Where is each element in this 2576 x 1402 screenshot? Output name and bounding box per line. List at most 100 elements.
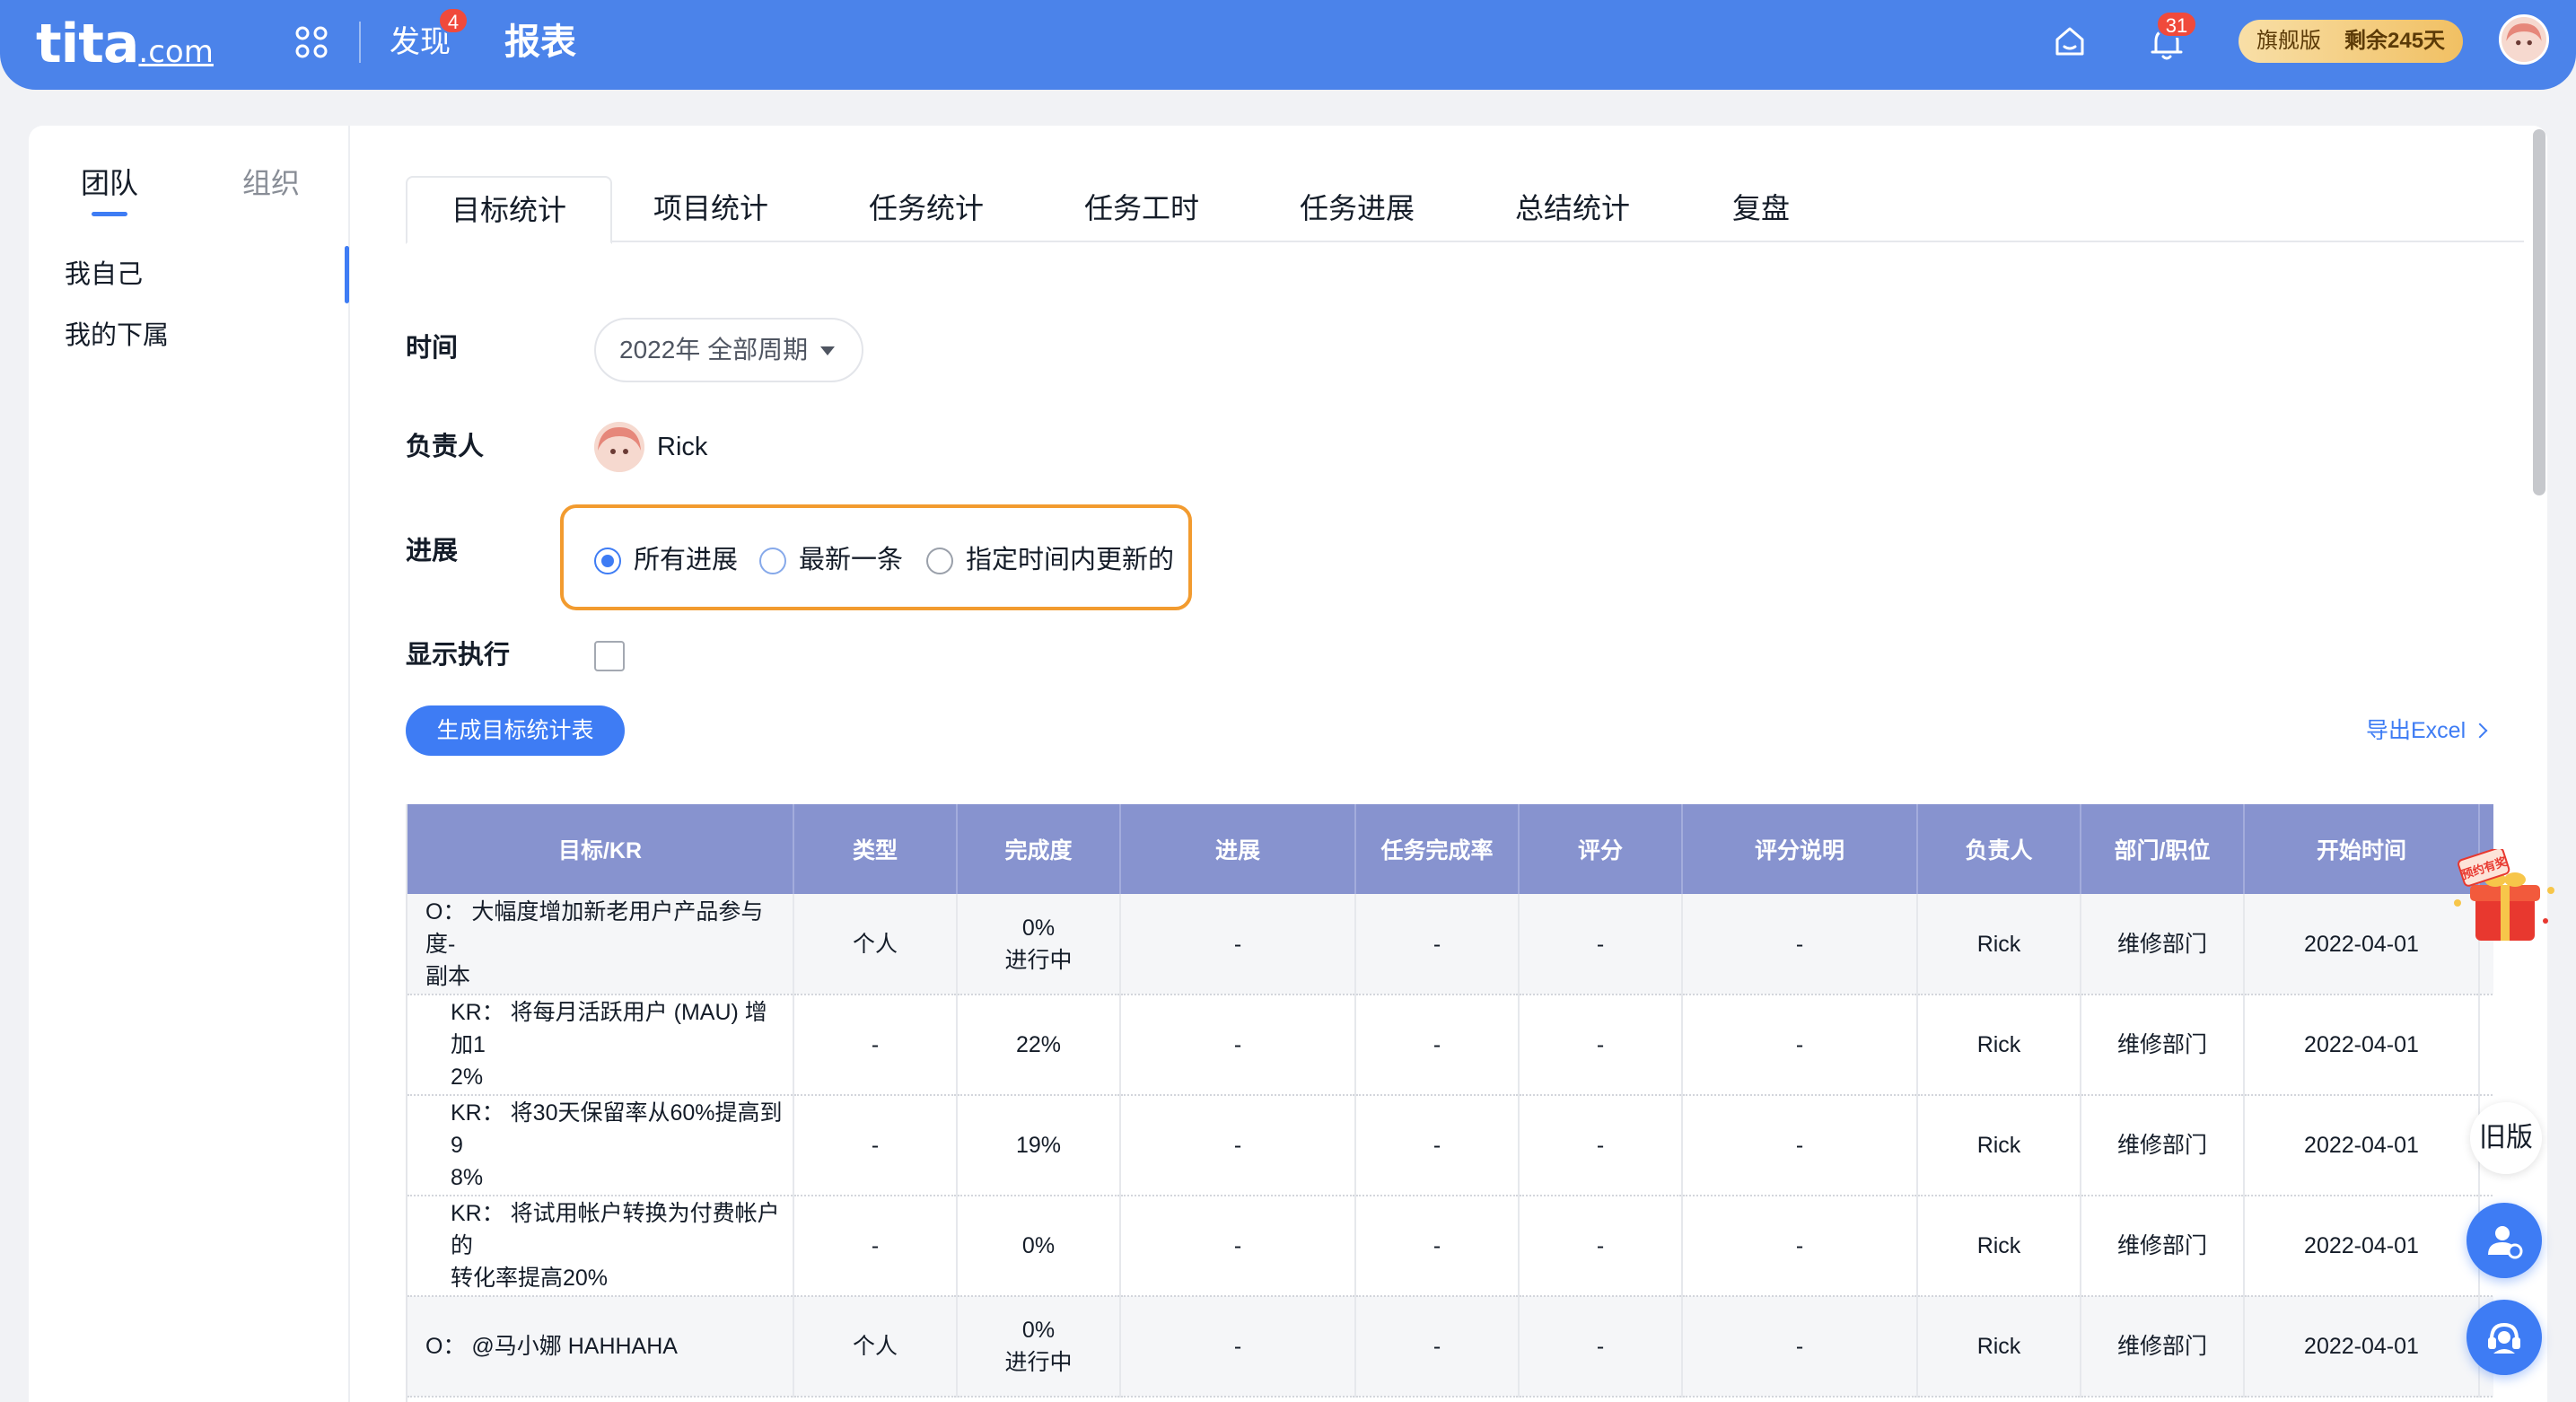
radio-all-progress[interactable]: 所有进展 bbox=[594, 542, 738, 578]
radio-latest[interactable]: 最新一条 bbox=[759, 542, 903, 578]
customer-service-button[interactable] bbox=[2466, 1300, 2542, 1375]
discover-badge: 4 bbox=[438, 7, 469, 34]
show-exec-checkbox[interactable] bbox=[594, 641, 625, 671]
table-row[interactable]: O： 大幅度增加新老用户产品参与度- 副本 个人 0% 进行中 - - - - Ri… bbox=[407, 894, 2493, 995]
cell-score-note: - bbox=[1682, 1296, 1918, 1398]
cell-start: 2022-04-01 bbox=[2244, 1296, 2480, 1398]
cell-task-rate: - bbox=[1355, 995, 1520, 1096]
cell-task-rate: - bbox=[1355, 1095, 1520, 1196]
cell-progress: - bbox=[1120, 995, 1356, 1096]
cell-goal: KR： 将试用帐户转换为付费帐户的 转化率提高20% bbox=[407, 1196, 794, 1297]
generate-report-button[interactable]: 生成目标统计表 bbox=[406, 705, 625, 756]
tab-project-stats[interactable]: 项目统计 bbox=[639, 176, 783, 242]
radio-unselected-icon bbox=[926, 548, 953, 574]
cell-owner: Rick bbox=[1917, 894, 2081, 995]
table-row[interactable]: O： @马小娜 HAHHAHA 个人 0% 进行中 - - - - Rick 维修… bbox=[407, 1296, 2493, 1398]
time-label: 时间 bbox=[406, 334, 459, 363]
cell-score-note: - bbox=[1682, 995, 1918, 1096]
user-avatar[interactable] bbox=[2499, 14, 2549, 65]
cell-progress: - bbox=[1120, 894, 1356, 995]
cell-dept: 维修部门 bbox=[2081, 1196, 2245, 1297]
sidebar-tab-indicator bbox=[92, 212, 127, 216]
cell-type: - bbox=[793, 995, 958, 1096]
progress-options-highlight: 所有进展 最新一条 指定时间内更新的 bbox=[560, 504, 1192, 610]
cell-completion: 0% 进行中 bbox=[957, 894, 1121, 995]
tab-task-stats[interactable]: 任务统计 bbox=[854, 176, 998, 242]
cell-completion: 19% bbox=[957, 1095, 1121, 1196]
contact-sales-button[interactable] bbox=[2466, 1203, 2542, 1278]
apps-grid-icon[interactable] bbox=[294, 25, 329, 59]
scrollbar-thumb[interactable] bbox=[2533, 129, 2545, 495]
home-icon[interactable] bbox=[2052, 23, 2088, 59]
plan-remaining: 剩余245天 bbox=[2344, 29, 2446, 53]
cell-completion: 22% bbox=[957, 995, 1121, 1096]
top-nav-bar: tita.com 发现 4 报表 31 旗舰版 剩余245天 bbox=[0, 0, 2576, 90]
cell-completion: 0% 进行中 bbox=[957, 1296, 1121, 1398]
cell-score-note: - bbox=[1682, 894, 1918, 995]
cell-score-note: - bbox=[1682, 1196, 1918, 1297]
col-header-task-rate: 任务完成率 bbox=[1355, 804, 1520, 894]
cell-start: 2022-04-01 bbox=[2244, 894, 2480, 995]
table-row[interactable]: KR： 将试用帐户转换为付费帐户的 转化率提高20% - 0% - - - - R… bbox=[407, 1196, 2493, 1297]
notification-badge: 31 bbox=[2156, 11, 2197, 38]
cell-task-rate: - bbox=[1355, 894, 1520, 995]
cell-score: - bbox=[1519, 995, 1683, 1096]
col-header-owner: 负责人 bbox=[1917, 804, 2081, 894]
col-header-type: 类型 bbox=[793, 804, 958, 894]
cell-score: - bbox=[1519, 1095, 1683, 1196]
report-tabs: 目标统计 项目统计 任务统计 任务工时 任务进展 总结统计 复盘 bbox=[406, 176, 2524, 244]
period-select[interactable]: 2022年 全部周期 bbox=[594, 318, 863, 382]
radio-updated-in-range[interactable]: 指定时间内更新的 bbox=[926, 542, 1174, 578]
period-select-value: 2022年 全部周期 bbox=[619, 336, 809, 364]
owner-name: Rick bbox=[657, 433, 708, 461]
table-row[interactable]: KR： 将每月活跃用户 (MAU) 增加1 2% - 22% - - - - Ri… bbox=[407, 995, 2493, 1096]
user-settings-icon bbox=[2488, 1226, 2523, 1259]
tab-summary-stats[interactable]: 总结统计 bbox=[1501, 176, 1644, 242]
cell-owner: Rick bbox=[1917, 1296, 2081, 1398]
plan-name: 旗舰版 bbox=[2256, 29, 2321, 53]
table-row[interactable]: KR： 将30天保留率从60%提高到9 8% - 19% - - - - Rick… bbox=[407, 1095, 2493, 1196]
old-version-button[interactable]: 旧版 bbox=[2470, 1102, 2542, 1174]
report-card: 团队 组织 我自己 我的下属 目标统计 项目统计 任务统计 任务工时 任务进展 … bbox=[29, 126, 2547, 1402]
cell-dept: 维修部门 bbox=[2081, 894, 2245, 995]
nav-report[interactable]: 报表 bbox=[504, 18, 576, 66]
cell-goal: KR： 将每月活跃用户 (MAU) 增加1 2% bbox=[407, 995, 794, 1096]
sidebar: 团队 组织 我自己 我的下属 bbox=[29, 126, 350, 1402]
cell-goal: O： @马小娜 HAHHAHA bbox=[407, 1296, 794, 1398]
cell-progress: - bbox=[1120, 1095, 1356, 1196]
tita-logo[interactable]: tita.com bbox=[36, 13, 214, 83]
sidebar-item-myself[interactable]: 我自己 bbox=[65, 257, 143, 293]
table-header-row: 目标/KR 类型 完成度 进展 任务完成率 评分 评分说明 负责人 部门/职位 … bbox=[407, 804, 2493, 894]
cell-type: 个人 bbox=[793, 1296, 958, 1398]
export-excel-link[interactable]: 导出Excel bbox=[2366, 714, 2488, 747]
headset-icon bbox=[2488, 1322, 2520, 1354]
radio-unselected-icon bbox=[759, 548, 786, 574]
cell-type: - bbox=[793, 1095, 958, 1196]
col-header-start: 开始时间 bbox=[2244, 804, 2480, 894]
cell-owner: Rick bbox=[1917, 1095, 2081, 1196]
tab-review[interactable]: 复盘 bbox=[1716, 176, 1806, 242]
chevron-right-icon bbox=[2472, 723, 2488, 739]
col-header-score-note: 评分说明 bbox=[1682, 804, 1918, 894]
tab-task-progress[interactable]: 任务进展 bbox=[1285, 176, 1429, 242]
sidebar-tab-team[interactable]: 团队 bbox=[81, 163, 138, 203]
sidebar-tab-org[interactable]: 组织 bbox=[242, 163, 300, 203]
col-header-goal: 目标/KR bbox=[407, 804, 794, 894]
sidebar-item-subordinates[interactable]: 我的下属 bbox=[65, 318, 169, 354]
cell-dept: 维修部门 bbox=[2081, 995, 2245, 1096]
cell-task-rate: - bbox=[1355, 1196, 1520, 1297]
col-header-dept: 部门/职位 bbox=[2081, 804, 2245, 894]
plan-badge[interactable]: 旗舰版 剩余245天 bbox=[2239, 20, 2463, 63]
owner-avatar bbox=[594, 422, 644, 472]
tab-goal-stats[interactable]: 目标统计 bbox=[406, 176, 612, 244]
col-header-completion: 完成度 bbox=[957, 804, 1121, 894]
cell-start: 2022-04-01 bbox=[2244, 1196, 2480, 1297]
cell-score: - bbox=[1519, 1196, 1683, 1297]
cell-progress: - bbox=[1120, 1196, 1356, 1297]
sidebar-active-indicator bbox=[345, 246, 349, 303]
cell-owner: Rick bbox=[1917, 995, 2081, 1096]
tab-task-hours[interactable]: 任务工时 bbox=[1070, 176, 1214, 242]
cell-score: - bbox=[1519, 1296, 1683, 1398]
progress-label: 进展 bbox=[406, 537, 459, 565]
gift-promo-icon[interactable]: 预约有奖 bbox=[2450, 849, 2562, 948]
